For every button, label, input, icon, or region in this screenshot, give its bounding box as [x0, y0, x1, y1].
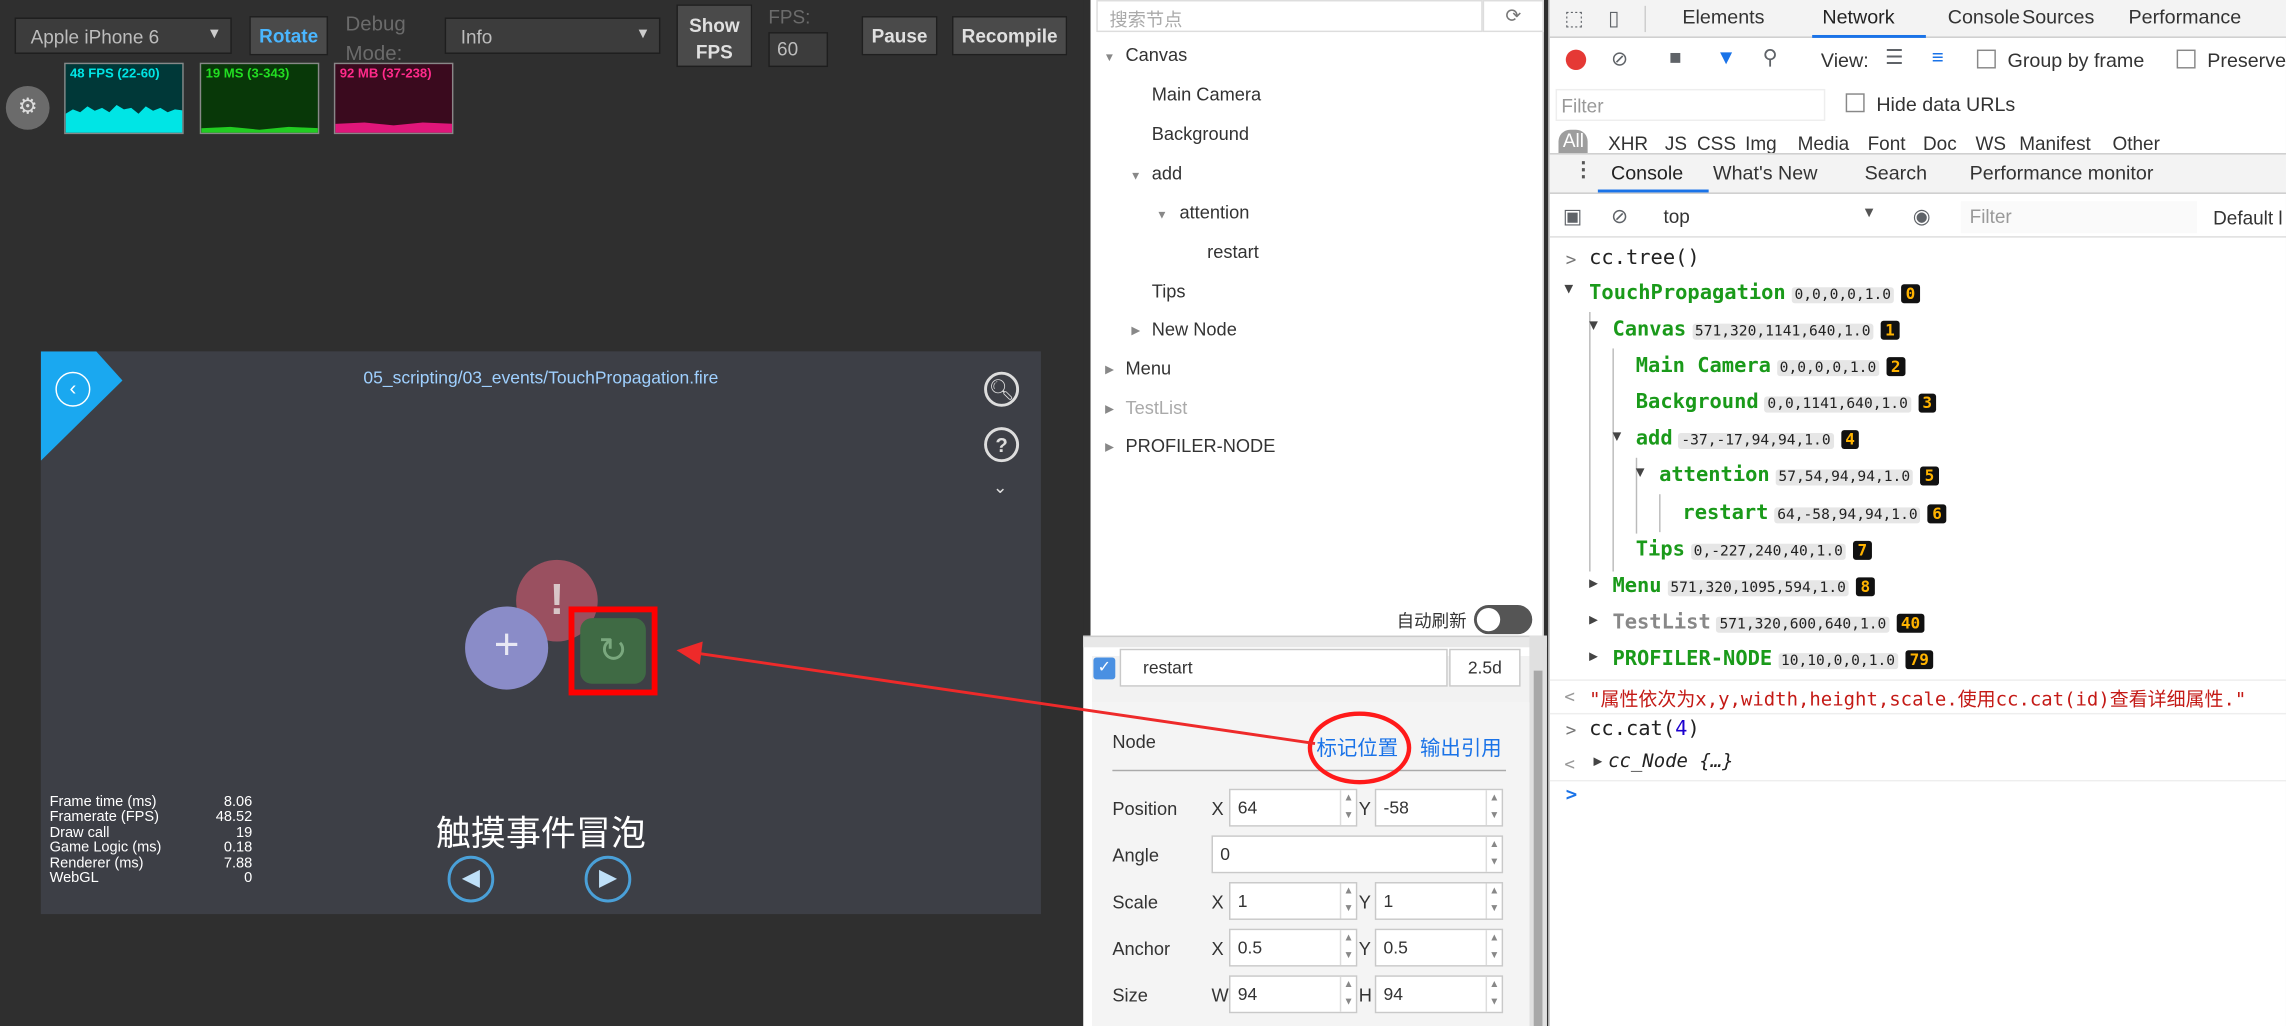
annotation-arrow	[676, 641, 1316, 745]
